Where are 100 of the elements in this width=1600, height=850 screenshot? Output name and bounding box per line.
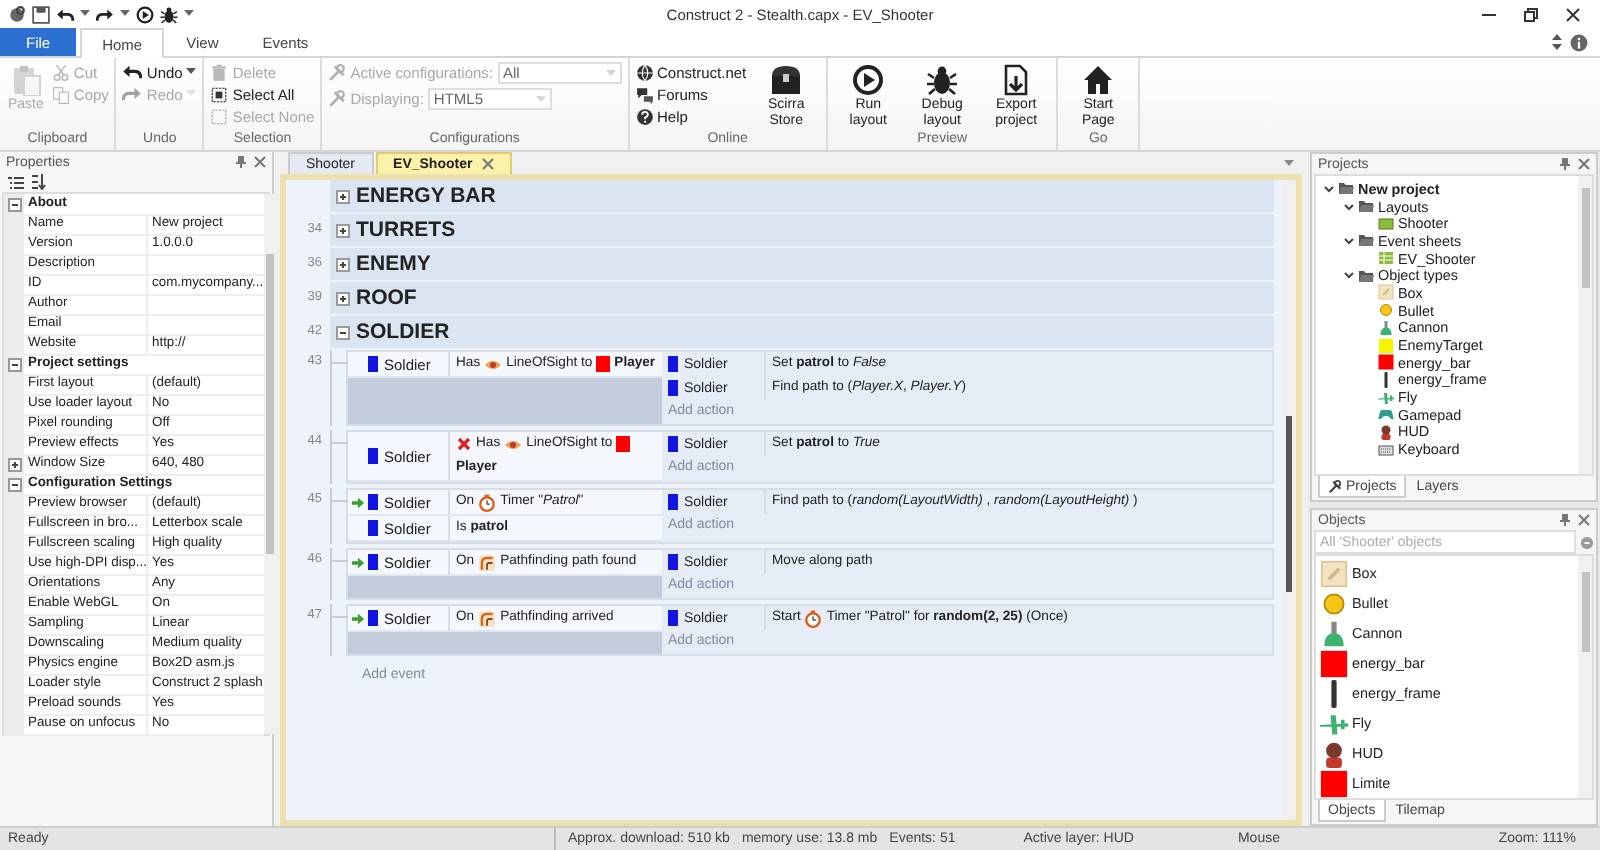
trash-icon [210,63,229,81]
crate-icon [1378,284,1394,301]
scrollbar[interactable] [1282,180,1296,820]
tree-line [330,488,346,544]
object-swatch [368,494,378,510]
caret-icon [184,10,194,18]
tree-line [330,604,346,656]
expand-icon[interactable] [336,291,350,305]
sort-icon[interactable] [30,174,46,190]
stopwatch-icon [478,493,497,511]
plane-icon [1320,709,1348,737]
group-title: ENERGY BAR [356,184,496,208]
collapse-icon[interactable] [7,197,21,211]
pin-icon[interactable] [236,156,246,168]
chevron-icon[interactable] [1323,183,1333,194]
clipboard-icon [9,64,42,96]
collapse-icon[interactable] [7,477,21,491]
close-icon[interactable] [1566,7,1580,21]
cannon-icon [1378,319,1394,336]
group-title: ENEMY [356,252,431,276]
scrollbar[interactable] [1578,556,1592,798]
redo-arrow-icon [96,5,114,23]
chevron-icon[interactable] [1343,270,1353,281]
event-group[interactable]: ENERGY BAR [330,180,1274,212]
caret-icon [186,68,197,76]
object-swatch [368,520,378,536]
event-group[interactable]: SOLDIER [330,316,1274,348]
help-icon [635,107,654,125]
categorized-icon[interactable] [8,175,24,189]
home-icon [1082,64,1115,96]
dotted-square-icon [210,107,229,125]
gamepad-icon [1378,406,1394,423]
search-icon[interactable] [1580,535,1594,549]
cannon-icon [1320,619,1348,647]
scrollbar[interactable] [1578,176,1592,474]
caret-icon [120,10,130,18]
event-group[interactable]: TURRETS [330,214,1274,246]
object-swatch [668,494,678,510]
plane-icon [1378,389,1394,406]
object-swatch [616,436,631,452]
character-icon [1320,739,1348,767]
scissors-icon [51,63,70,81]
redo-arrow-icon [122,84,143,104]
object-swatch [368,554,378,570]
pin-icon[interactable] [1560,158,1570,170]
group-title: SOLDIER [356,320,450,344]
folder-icon [1358,232,1374,249]
object-swatch [368,356,378,372]
pin-icon[interactable] [1560,514,1570,526]
restore-icon[interactable] [1524,7,1538,21]
object-swatch [668,610,678,626]
object-swatch [668,356,678,372]
expand-icon[interactable] [336,223,350,237]
grid-icon [1378,250,1394,267]
globe-icon [635,63,654,81]
info-icon[interactable] [1570,33,1588,51]
object-swatch [368,610,378,626]
save-icon[interactable] [32,5,50,23]
event-group[interactable]: ENEMY [330,248,1274,280]
expand-icon[interactable] [336,189,350,203]
gear-icon [1328,479,1342,493]
undo-arrow-icon [122,62,143,82]
undo-arrow-icon [56,5,74,23]
folder-icon [1358,267,1374,284]
collapse-icon[interactable] [336,325,350,339]
speech-bubbles-icon [635,85,654,103]
ball-icon [1320,589,1348,617]
caret-icon [1284,160,1294,168]
eye-icon [504,435,523,453]
stopwatch-icon [804,609,823,627]
chevron-icon[interactable] [1343,235,1353,246]
expand-icon[interactable] [336,257,350,271]
collapse-icon[interactable] [7,357,21,371]
tree-line [330,548,346,600]
caret-icon [80,10,90,18]
object-swatch [668,554,678,570]
character-icon [1378,423,1394,440]
sort-arrows-icon[interactable] [1552,34,1562,50]
play-icon [136,5,154,23]
event-group[interactable]: ROOF [330,282,1274,314]
group-title: TURRETS [356,218,456,242]
copy-icon [51,85,70,103]
path-icon [478,609,497,627]
chevron-icon[interactable] [1343,201,1353,212]
caret-icon [605,69,616,77]
layout-icon [1378,215,1394,232]
ball-icon [1378,302,1394,319]
folder-icon [1358,198,1374,215]
square-icon [1320,649,1348,677]
tree-line [330,350,346,426]
path-icon [478,553,497,571]
keyboard-icon [1378,441,1394,458]
object-swatch [668,436,678,452]
object-swatch [668,380,678,396]
caret-icon [535,95,546,103]
select-all-icon [210,85,229,103]
expand-icon[interactable] [7,457,21,471]
object-swatch [596,356,611,372]
object-swatch [368,448,378,464]
crate-icon [1320,559,1348,587]
